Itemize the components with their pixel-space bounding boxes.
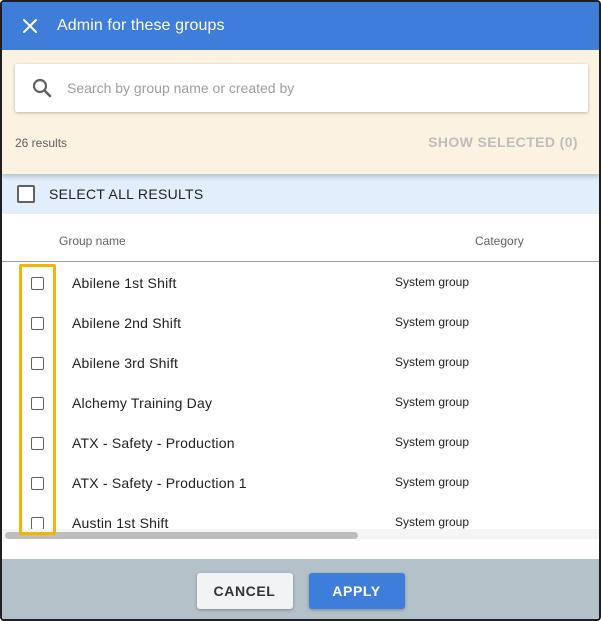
search-box[interactable] — [15, 64, 588, 112]
select-all-checkbox[interactable] — [17, 185, 35, 203]
table-row[interactable]: ATX - Safety - Production 1 System group — [2, 463, 599, 503]
row-checkbox[interactable] — [31, 397, 44, 410]
horizontal-scrollbar-thumb[interactable] — [5, 532, 358, 539]
group-name: Abilene 3rd Shift — [72, 355, 179, 371]
table-row[interactable]: Alchemy Training Day System group — [2, 383, 599, 423]
close-button[interactable] — [19, 15, 41, 37]
search-input[interactable] — [67, 80, 588, 96]
row-checkbox[interactable] — [31, 277, 44, 290]
row-checkbox[interactable] — [31, 477, 44, 490]
group-name: ATX - Safety - Production 1 — [72, 475, 247, 491]
row-checkbox[interactable] — [31, 517, 44, 529]
show-selected-button[interactable]: SHOW SELECTED (0) — [428, 134, 578, 150]
dialog-title: Admin for these groups — [57, 17, 225, 34]
close-icon — [23, 19, 37, 33]
select-all-bar: SELECT ALL RESULTS — [2, 174, 599, 214]
row-checkbox[interactable] — [31, 437, 44, 450]
table-row[interactable]: Abilene 3rd Shift System group — [2, 343, 599, 383]
dialog-header: Admin for these groups — [2, 2, 599, 50]
group-category: System group — [395, 435, 470, 449]
search-panel: 26 results SHOW SELECTED (0) — [2, 50, 599, 174]
cancel-button[interactable]: CANCEL — [196, 573, 293, 609]
table-row[interactable]: Abilene 2nd Shift System group — [2, 303, 599, 343]
group-category: System group — [395, 315, 470, 329]
row-checkbox[interactable] — [31, 357, 44, 370]
search-icon — [32, 77, 54, 99]
table-row[interactable]: ATX - Safety - Production System group — [2, 423, 599, 463]
group-list: Abilene 1st Shift System group Abilene 2… — [2, 263, 599, 529]
dialog-footer: CANCEL APPLY — [2, 559, 599, 619]
group-category: System group — [395, 475, 470, 489]
group-category: System group — [395, 395, 470, 409]
horizontal-scrollbar[interactable] — [2, 529, 599, 539]
group-category: System group — [395, 355, 470, 369]
group-name: ATX - Safety - Production — [72, 435, 235, 451]
table-row[interactable]: Abilene 1st Shift System group — [2, 263, 599, 303]
admin-groups-dialog: Admin for these groups 26 results SHOW S… — [0, 0, 601, 621]
results-count: 26 results — [15, 136, 68, 150]
table-header: Group name Category — [2, 214, 599, 262]
column-header-category[interactable]: Category — [475, 234, 524, 248]
group-category: System group — [395, 275, 470, 289]
apply-button[interactable]: APPLY — [308, 573, 405, 609]
column-header-group-name[interactable]: Group name — [59, 234, 126, 248]
select-all-label[interactable]: SELECT ALL RESULTS — [49, 186, 204, 202]
table-row[interactable]: Austin 1st Shift System group — [2, 503, 599, 529]
row-checkbox[interactable] — [31, 317, 44, 330]
group-category: System group — [395, 515, 470, 529]
group-name: Austin 1st Shift — [72, 515, 169, 529]
group-name: Abilene 2nd Shift — [72, 315, 182, 331]
group-name: Alchemy Training Day — [72, 395, 213, 411]
group-name: Abilene 1st Shift — [72, 275, 177, 291]
